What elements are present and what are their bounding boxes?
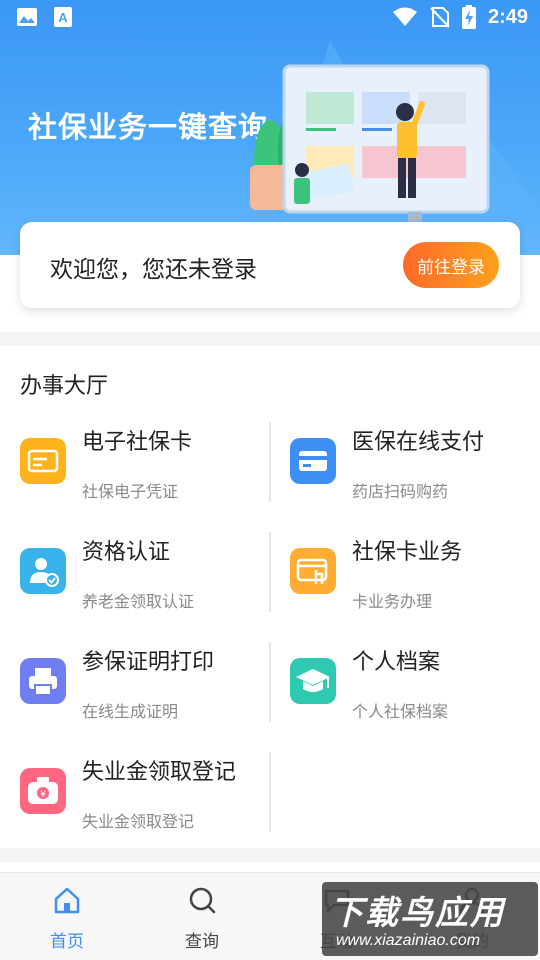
service-desc: 药店扫码购药 xyxy=(352,482,449,501)
service-name: 社保卡业务 xyxy=(352,540,463,565)
home-icon xyxy=(54,887,80,914)
battery-charging-icon xyxy=(461,5,476,29)
image-notification-icon xyxy=(17,8,37,26)
login-button[interactable]: 前往登录 xyxy=(403,242,499,288)
watermark-title: 下载鸟应用 xyxy=(330,893,505,932)
nav-label: 查询 xyxy=(185,932,219,952)
app-notification-icon: A xyxy=(54,7,72,27)
card-touch-icon xyxy=(290,548,336,594)
watermark: 下载鸟应用 www.xiazainiao.com xyxy=(322,882,538,956)
service-name: 电子社保卡 xyxy=(82,430,193,455)
banner-title: 社保业务一键查询 xyxy=(28,110,269,144)
section-title: 办事大厅 xyxy=(20,374,109,399)
service-desc: 卡业务办理 xyxy=(352,592,433,611)
welcome-text: 欢迎您，您还未登录 xyxy=(50,257,257,283)
printer-icon xyxy=(20,658,66,704)
svg-text:¥: ¥ xyxy=(40,790,46,800)
login-card: 欢迎您，您还未登录 前往登录 xyxy=(20,222,520,308)
service-name: 个人档案 xyxy=(352,650,441,675)
section-separator xyxy=(0,848,540,862)
service-item-qualification[interactable]: 资格认证 养老金领取认证 xyxy=(20,532,270,612)
column-divider xyxy=(269,642,271,722)
service-item-card-business[interactable]: 社保卡业务 卡业务办理 xyxy=(290,532,540,612)
service-desc: 在线生成证明 xyxy=(82,702,179,721)
status-time: 2:49 xyxy=(487,5,528,28)
service-name: 参保证明打印 xyxy=(82,650,215,675)
service-item-unemployment[interactable]: ¥ 失业金领取登记 失业金领取登记 xyxy=(20,752,270,832)
card-icon xyxy=(20,438,66,484)
nav-item-home[interactable]: 首页 xyxy=(32,885,102,955)
service-name: 资格认证 xyxy=(82,540,171,565)
search-icon xyxy=(189,887,216,914)
service-hall: 办事大厅 电子社保卡 社保电子凭证 医保在线支付 药店扫码购药 资格认证 养老金… xyxy=(0,346,540,848)
no-sim-icon xyxy=(430,7,450,28)
user-verify-icon xyxy=(20,548,66,594)
service-name: 医保在线支付 xyxy=(352,430,485,455)
nav-label: 首页 xyxy=(50,932,84,952)
column-divider xyxy=(269,752,271,832)
service-item-insurance-certificate[interactable]: 参保证明打印 在线生成证明 xyxy=(20,642,270,722)
graduation-cap-icon xyxy=(290,658,336,704)
money-bag-icon: ¥ xyxy=(20,768,66,814)
next-section-edge xyxy=(0,862,540,872)
nav-item-search[interactable]: 查询 xyxy=(167,885,237,955)
service-name: 失业金领取登记 xyxy=(82,760,237,785)
service-desc: 个人社保档案 xyxy=(352,702,449,721)
header-banner: A 2:49 社保业务一键查询 xyxy=(0,0,540,255)
service-desc: 养老金领取认证 xyxy=(82,592,195,611)
service-desc: 失业金领取登记 xyxy=(82,812,195,831)
service-item-medical-payment[interactable]: 医保在线支付 药店扫码购药 xyxy=(290,422,540,502)
svg-text:A: A xyxy=(58,10,68,25)
service-item-e-social-card[interactable]: 电子社保卡 社保电子凭证 xyxy=(20,422,270,502)
service-desc: 社保电子凭证 xyxy=(82,482,179,501)
wifi-icon xyxy=(392,7,417,26)
payment-card-icon xyxy=(290,438,336,484)
column-divider xyxy=(269,422,271,502)
watermark-url: www.xiazainiao.com xyxy=(336,932,481,949)
service-item-personal-file[interactable]: 个人档案 个人社保档案 xyxy=(290,642,540,722)
column-divider xyxy=(269,532,271,612)
